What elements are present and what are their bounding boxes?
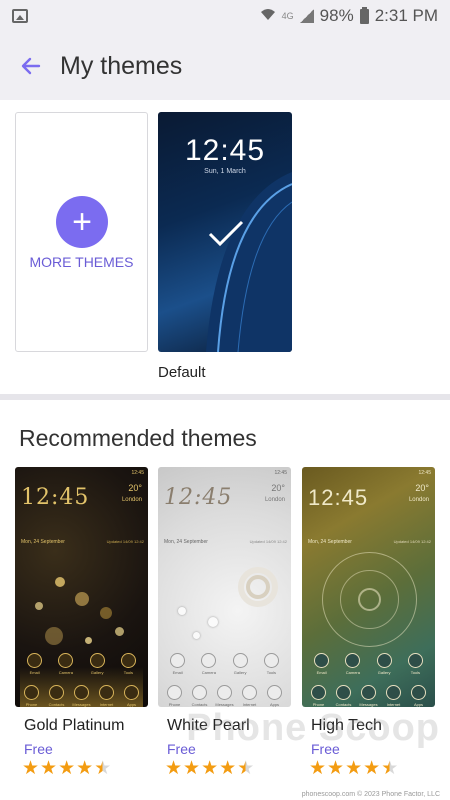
theme-icon-row: Email Camera Gallery Tools xyxy=(158,653,291,675)
star-half-icon: ★ xyxy=(94,757,112,779)
theme-location: London xyxy=(408,497,429,503)
watermark-credit: phonescoop.com © 2023 Phone Factor, LLC xyxy=(301,791,440,798)
signal-icon xyxy=(299,9,314,23)
network-type: 4G xyxy=(281,11,294,21)
theme-date: Mon, 24 September xyxy=(308,539,352,545)
theme-name: Gold Platinum xyxy=(24,717,125,734)
star-icon: ★ xyxy=(219,757,237,779)
theme-dock-row: Phone Contacts Messages Internet Apps xyxy=(15,685,148,707)
theme-date: Mon, 24 September xyxy=(164,539,208,545)
star-icon: ★ xyxy=(40,757,58,779)
star-icon: ★ xyxy=(76,757,94,779)
theme-icon-row: Email Camera Gallery Tools xyxy=(302,653,435,675)
default-date: Sun, 1 March xyxy=(204,168,246,175)
arrow-left-icon xyxy=(21,57,41,75)
battery-percent: 98% xyxy=(319,6,354,25)
theme-location: London xyxy=(264,497,285,503)
star-icon: ★ xyxy=(345,757,363,779)
star-icon: ★ xyxy=(22,757,40,779)
theme-card-gold-platinum[interactable]: 12:45 12:45 20° London Mon, 24 September… xyxy=(15,467,148,707)
theme-price: Free xyxy=(24,741,53,757)
star-half-icon: ★ xyxy=(237,757,255,779)
star-icon: ★ xyxy=(201,757,219,779)
page-title: My themes xyxy=(60,51,183,80)
star-icon: ★ xyxy=(165,757,183,779)
theme-updated: Updated 14/09 12:42 xyxy=(249,539,287,544)
more-themes-button[interactable]: + MORE THEMES xyxy=(15,112,148,352)
theme-clock: 12:45 xyxy=(164,485,233,510)
rating-stars: ★ ★ ★ ★ ★ xyxy=(22,759,111,778)
star-icon: ★ xyxy=(183,757,201,779)
plus-icon: + xyxy=(56,196,108,248)
gallery-notification-icon xyxy=(12,9,28,23)
theme-clock: 12:45 xyxy=(21,485,90,510)
default-theme-card[interactable]: 12:45 Sun, 1 March xyxy=(158,112,292,352)
recommended-title: Recommended themes xyxy=(19,425,257,451)
theme-card-white-pearl[interactable]: 12:45 12:45 20° London Mon, 24 September… xyxy=(158,467,291,707)
theme-clock: 12:45 xyxy=(308,485,369,510)
theme-status-time: 12:45 xyxy=(418,470,431,476)
theme-location: London xyxy=(121,497,142,503)
theme-temperature: 20° xyxy=(271,483,285,493)
rating-stars: ★ ★ ★ ★ ★ xyxy=(309,759,398,778)
theme-updated: Updated 14/09 12:42 xyxy=(106,539,144,544)
rating-stars: ★ ★ ★ ★ ★ xyxy=(165,759,254,778)
my-themes-section: + MORE THEMES 12:45 Sun, 1 March Default xyxy=(0,100,450,394)
battery-icon xyxy=(359,6,369,24)
clock: 2:31 PM xyxy=(374,6,438,25)
theme-temperature: 20° xyxy=(128,483,142,493)
default-clock: 12:45 xyxy=(184,134,266,167)
theme-icon-row: Email Camera Gallery Tools xyxy=(15,653,148,675)
default-theme-label: Default xyxy=(158,364,206,381)
check-icon xyxy=(208,220,244,247)
theme-dock-row: Phone Contacts Messages Internet Apps xyxy=(158,685,291,707)
theme-card-high-tech[interactable]: 12:45 12:45 20° London Mon, 24 September… xyxy=(302,467,435,707)
app-bar: My themes xyxy=(0,32,450,100)
more-themes-label: MORE THEMES xyxy=(29,254,134,270)
star-half-icon: ★ xyxy=(381,757,399,779)
star-icon: ★ xyxy=(327,757,345,779)
theme-date: Mon, 24 September xyxy=(21,539,65,545)
back-button[interactable] xyxy=(16,51,46,81)
theme-temperature: 20° xyxy=(415,483,429,493)
theme-status-time: 12:45 xyxy=(274,470,287,476)
wifi-icon xyxy=(260,6,276,26)
theme-dock-row: Phone Contacts Messages Internet Apps xyxy=(302,685,435,707)
star-icon: ★ xyxy=(363,757,381,779)
theme-status-time: 12:45 xyxy=(131,470,144,476)
watermark-logo: Phone Scoop xyxy=(186,707,440,749)
star-icon: ★ xyxy=(309,757,327,779)
star-icon: ★ xyxy=(58,757,76,779)
theme-updated: Updated 14/09 12:42 xyxy=(393,539,431,544)
status-bar: 4G 98% 2:31 PM xyxy=(0,0,450,32)
